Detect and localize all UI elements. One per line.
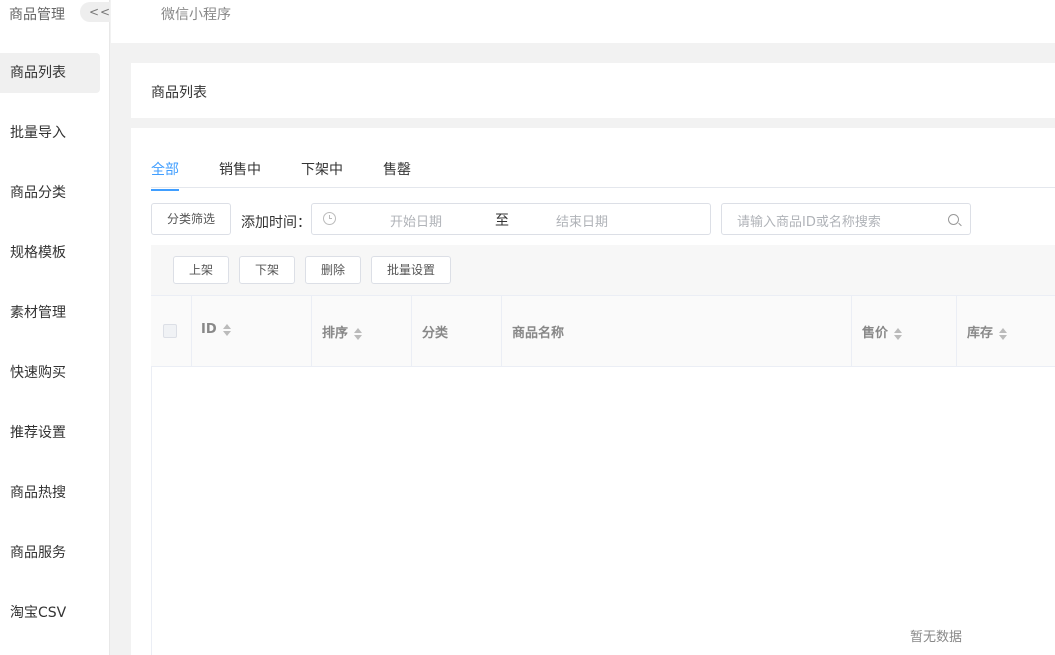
column-product-name: 商品名称 bbox=[512, 326, 565, 341]
sidebar-item-recommend[interactable]: 推荐设置 bbox=[0, 413, 100, 453]
sort-icon[interactable] bbox=[894, 327, 903, 340]
on-shelf-button[interactable]: 上架 bbox=[173, 256, 229, 284]
main-card: 全部 销售中 下架中 售罄 分类筛选 添加时间： 开始日期 至 结束日期 请输入… bbox=[131, 128, 1055, 655]
empty-state-text: 暂无数据 bbox=[910, 630, 963, 645]
clock-icon bbox=[323, 212, 336, 225]
category-filter-button[interactable]: 分类筛选 bbox=[151, 203, 231, 235]
batch-settings-button[interactable]: 批量设置 bbox=[371, 256, 451, 284]
search-input[interactable]: 请输入商品ID或名称搜索 bbox=[721, 203, 971, 235]
sidebar-item-taobao-csv[interactable]: 淘宝CSV bbox=[0, 593, 100, 633]
column-sort-order-label: 排序 bbox=[322, 326, 349, 341]
tab-on-sale[interactable]: 销售中 bbox=[219, 159, 261, 188]
sidebar-item-category[interactable]: 商品分类 bbox=[0, 173, 100, 213]
table-body: 暂无数据 bbox=[151, 367, 1055, 655]
sidebar-item-product-list[interactable]: 商品列表 bbox=[0, 53, 100, 93]
column-divider bbox=[191, 296, 192, 366]
sidebar-item-quick-buy[interactable]: 快速购买 bbox=[0, 353, 100, 393]
tab-all-label: 全部 bbox=[151, 162, 179, 178]
sidebar-item-spec-template[interactable]: 规格模板 bbox=[0, 233, 100, 273]
column-sort-order[interactable]: 排序 bbox=[322, 322, 363, 341]
search-icon[interactable] bbox=[948, 214, 959, 225]
date-filter-label: 添加时间： bbox=[241, 215, 311, 231]
sidebar-header: 商品管理 << bbox=[0, 0, 110, 28]
sidebar-item-batch-import[interactable]: 批量导入 bbox=[0, 113, 100, 153]
off-shelf-button[interactable]: 下架 bbox=[239, 256, 295, 284]
date-range-picker[interactable]: 开始日期 至 结束日期 bbox=[311, 203, 711, 235]
topbar: 微信小程序 bbox=[111, 0, 1055, 43]
table-header: ID 排序 分类 商品名称 售价 库存 bbox=[151, 295, 1055, 367]
bulk-action-bar: 上架 下架 删除 批量设置 bbox=[151, 245, 1055, 295]
sidebar-item-services[interactable]: 商品服务 bbox=[0, 533, 100, 573]
sort-icon[interactable] bbox=[999, 327, 1008, 340]
sidebar: 商品管理 << 商品列表 批量导入 商品分类 规格模板 素材管理 快速购买 推荐… bbox=[0, 0, 110, 655]
start-date-input[interactable]: 开始日期 bbox=[390, 211, 442, 230]
column-divider bbox=[311, 296, 312, 366]
column-divider bbox=[411, 296, 412, 366]
status-tabs: 全部 销售中 下架中 售罄 bbox=[151, 155, 1055, 191]
column-stock-label: 库存 bbox=[967, 326, 994, 341]
sidebar-item-hot-search[interactable]: 商品热搜 bbox=[0, 473, 100, 513]
tab-off-shelf[interactable]: 下架中 bbox=[301, 159, 343, 188]
topbar-label: 微信小程序 bbox=[161, 7, 231, 23]
date-separator: 至 bbox=[495, 213, 509, 229]
page-title: 商品列表 bbox=[151, 85, 207, 101]
column-divider bbox=[851, 296, 852, 366]
sidebar-title: 商品管理 bbox=[9, 7, 65, 23]
column-price[interactable]: 售价 bbox=[862, 322, 903, 341]
sort-icon[interactable] bbox=[354, 327, 363, 340]
column-stock[interactable]: 库存 bbox=[967, 322, 1008, 341]
select-all-checkbox[interactable] bbox=[163, 324, 177, 338]
tab-sold-out[interactable]: 售罄 bbox=[383, 159, 411, 188]
column-divider bbox=[956, 296, 957, 366]
column-id-label: ID bbox=[201, 322, 217, 337]
tab-all[interactable]: 全部 bbox=[151, 159, 179, 191]
title-card: 商品列表 bbox=[131, 63, 1055, 118]
column-divider bbox=[501, 296, 502, 366]
search-placeholder: 请输入商品ID或名称搜索 bbox=[737, 215, 881, 230]
delete-button[interactable]: 删除 bbox=[305, 256, 361, 284]
tab-active-indicator bbox=[151, 189, 179, 191]
end-date-input[interactable]: 结束日期 bbox=[556, 211, 608, 230]
column-id[interactable]: ID bbox=[201, 322, 231, 337]
collapse-sidebar-button[interactable]: << bbox=[80, 2, 110, 22]
column-price-label: 售价 bbox=[862, 326, 889, 341]
sort-icon[interactable] bbox=[222, 323, 231, 336]
sidebar-item-materials[interactable]: 素材管理 bbox=[0, 293, 100, 333]
column-category: 分类 bbox=[422, 326, 449, 341]
